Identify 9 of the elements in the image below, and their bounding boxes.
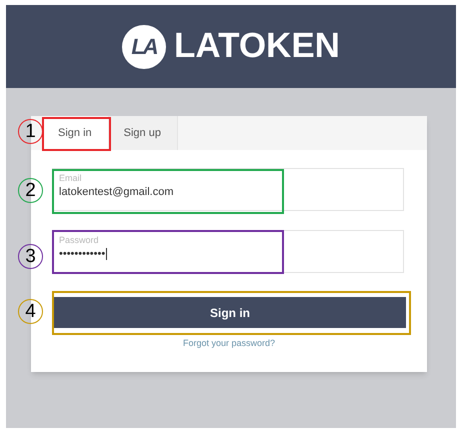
sign-in-button[interactable]: Sign in — [54, 297, 406, 328]
step-number: 2 — [18, 178, 43, 203]
step-number: 1 — [18, 119, 43, 144]
logo-icon: LA — [122, 24, 166, 68]
brand-name: LATOKEN — [174, 25, 340, 68]
tab[interactable]: Sign up — [108, 116, 178, 150]
email-field[interactable]: Email latokentest@gmail.com — [52, 168, 404, 211]
step-number: 3 — [18, 244, 43, 269]
step-number: 4 — [18, 299, 43, 324]
